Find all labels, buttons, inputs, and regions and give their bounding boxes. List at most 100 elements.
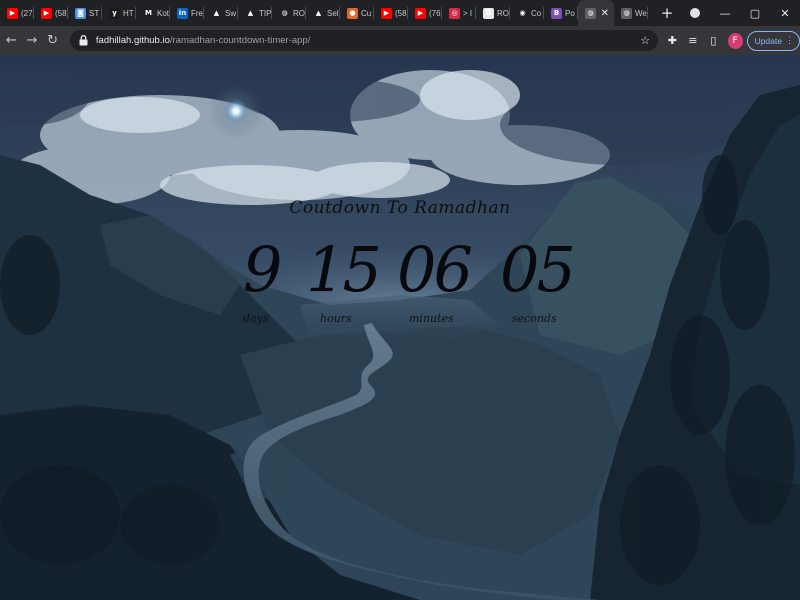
globe-icon: ◍ <box>585 7 596 19</box>
browser-tab[interactable]: ● Cu <box>340 0 374 26</box>
tab-title: (27) <box>21 8 34 18</box>
browser-tab[interactable]: ▶ (76 <box>408 0 442 26</box>
browser-tab[interactable]: ◍ RO <box>272 0 306 26</box>
browser-tab[interactable]: ▶ (58 <box>374 0 408 26</box>
countdown-days: 9 days <box>243 233 282 326</box>
browser-tab[interactable]: ▲ Sw <box>204 0 238 26</box>
more-icon: ⋮ <box>784 35 794 45</box>
browser-tab[interactable]: ▲TIPS <box>238 0 272 26</box>
browser-tab[interactable]: ◉ Co <box>510 0 544 26</box>
countdown-timer: 9 days 15 hours 06 minutes 05 seconds <box>0 235 800 345</box>
tab-title: TIPS <box>259 8 272 18</box>
arrow-right-icon: → <box>26 33 38 48</box>
youtube-icon: ▶ <box>7 7 18 19</box>
hours-value: 15 <box>306 233 382 306</box>
tab-title: Co <box>531 8 542 18</box>
page-title: Coutdown To Ramadhan <box>289 198 511 218</box>
github-icon: ◉ <box>517 7 528 19</box>
globe-icon: ◍ <box>279 7 290 19</box>
site-icon: ▲ <box>211 7 222 19</box>
tab-title: Fre <box>191 8 203 18</box>
youtube-icon: ▶ <box>381 7 392 19</box>
browser-tab[interactable]: ◍ We <box>614 0 648 26</box>
tab-title: HT <box>123 8 134 18</box>
tab-title: Cu <box>361 8 372 18</box>
close-window-button[interactable]: ✕ <box>770 0 800 26</box>
close-tab-icon[interactable]: ✕ <box>601 8 609 19</box>
tab-title: We <box>635 8 647 18</box>
browser-tab[interactable]: ◎ > I <box>442 0 476 26</box>
tab-title: Kot <box>157 8 170 18</box>
globe-icon: ◍ <box>621 7 632 19</box>
countdown-seconds: 05 seconds <box>500 233 576 326</box>
tab-title: Sw <box>225 8 237 18</box>
browser-tab[interactable]: M Kot <box>136 0 170 26</box>
site-icon: ● <box>347 7 358 19</box>
browser-tab[interactable]: ▶ (58) <box>34 0 68 26</box>
update-button[interactable]: Update ⋮ <box>746 30 800 51</box>
tab-title: (58) <box>55 8 68 18</box>
browser-tab[interactable]: ◍ ✕ <box>578 0 614 26</box>
url-host: fadhillah.github.io <box>95 35 170 46</box>
gmail-icon: M <box>143 7 154 19</box>
tab-title: RO <box>293 8 305 18</box>
site-icon: ◎ <box>449 7 460 19</box>
countdown-minutes: 06 minutes <box>397 233 473 326</box>
browser-tab[interactable]: ◙ ST <box>68 0 102 26</box>
drive-icon: ▲ <box>245 7 256 19</box>
reload-icon: ↻ <box>47 33 59 48</box>
youtube-icon: ▶ <box>415 7 426 19</box>
maximize-button[interactable]: ▢ <box>740 0 770 26</box>
browser-tab[interactable]: ▲ Sel <box>306 0 340 26</box>
tab-search-icon[interactable] <box>680 0 710 26</box>
tab-title: (76 <box>429 8 441 18</box>
browser-tab[interactable]: ◘ RO <box>476 0 510 26</box>
tab-title: Po <box>565 8 575 18</box>
forward-button[interactable]: → <box>23 30 42 52</box>
tab-title: (58 <box>395 8 407 18</box>
update-label: Update <box>754 35 782 46</box>
tab-title: > I <box>463 8 473 18</box>
url-text: fadhillah.github.io/ramadhan-countdown-t… <box>96 35 640 46</box>
youtube-icon: ▶ <box>41 7 52 19</box>
tab-title: RO <box>497 8 509 18</box>
seconds-value: 05 <box>500 233 576 306</box>
browser-tab[interactable]: ▶ (27) <box>0 0 34 26</box>
lock-icon <box>78 35 90 47</box>
tab-title: ST <box>89 8 100 18</box>
site-icon: B <box>551 7 562 19</box>
page-content: Coutdown To Ramadhan 9 days 15 hours 06 … <box>0 55 800 600</box>
url-path: /ramadhan-countdown-timer-app/ <box>169 35 311 46</box>
browser-tab[interactable]: B Po <box>544 0 578 26</box>
days-label: days <box>243 312 269 325</box>
seconds-label: seconds <box>512 312 557 325</box>
extensions-icon[interactable]: ✚ <box>662 30 683 52</box>
tab-list: ▶(27)▶(58)◙STyHTMKotinFre▲Sw▲TIPS◍RO▲Sel… <box>0 0 654 26</box>
minimize-button[interactable]: — <box>710 0 740 26</box>
days-value: 9 <box>243 233 282 306</box>
browser-tab[interactable]: y HT <box>102 0 136 26</box>
site-icon: y <box>109 7 120 19</box>
arrow-left-icon: ← <box>5 33 17 48</box>
bookmark-star-icon[interactable]: ☆ <box>640 34 650 47</box>
minutes-label: minutes <box>409 312 454 325</box>
sidebar-icon[interactable]: ▯ <box>703 30 724 52</box>
browser-toolbar: ← → ↻ fadhillah.github.io/ramadhan-count… <box>0 26 800 55</box>
hours-label: hours <box>320 312 352 325</box>
reload-button[interactable]: ↻ <box>43 30 62 52</box>
browser-tab[interactable]: in Fre <box>170 0 204 26</box>
countdown-hours: 15 hours <box>306 233 382 326</box>
site-icon: ◘ <box>483 7 494 19</box>
back-button[interactable]: ← <box>2 30 21 52</box>
tab-title: Sel <box>327 8 339 18</box>
tab-strip: ▶(27)▶(58)◙STyHTMKotinFre▲Sw▲TIPS◍RO▲Sel… <box>0 0 800 26</box>
drive-icon: ▲ <box>313 7 324 19</box>
site-icon: ◙ <box>75 7 86 19</box>
minutes-value: 06 <box>397 233 473 306</box>
window-controls: — ▢ ✕ <box>710 0 800 26</box>
media-queue-icon[interactable]: ≡ <box>683 30 704 52</box>
address-bar[interactable]: fadhillah.github.io/ramadhan-countdown-t… <box>69 30 659 51</box>
linkedin-icon: in <box>177 7 188 19</box>
new-tab-button[interactable]: + <box>654 0 680 26</box>
profile-avatar[interactable]: F <box>727 32 743 49</box>
